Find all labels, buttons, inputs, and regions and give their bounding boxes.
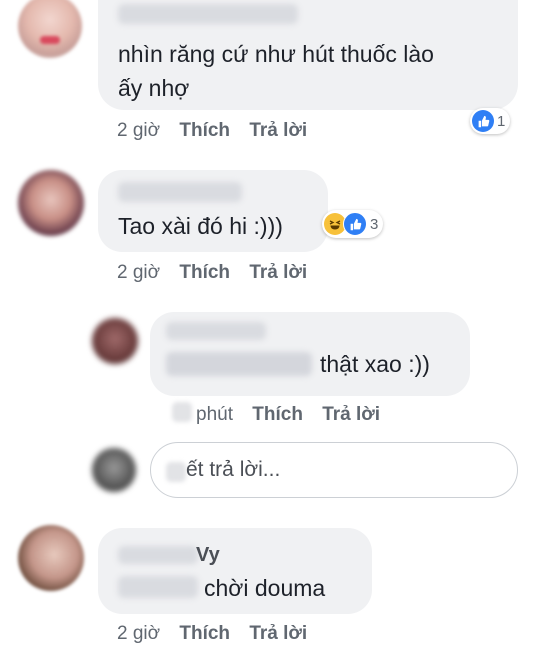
comment-text: chời douma: [204, 575, 326, 601]
reply-button[interactable]: Trả lời: [249, 623, 307, 644]
comment-meta: 2 giờ Thích Trả lời: [117, 262, 307, 284]
reaction-summary[interactable]: 3: [322, 210, 384, 238]
comment-text-line-1: nhìn răng cứ như hút thuốc lào: [118, 41, 434, 67]
reply-commenter-name[interactable]: [166, 322, 266, 340]
reaction-count: 1: [497, 112, 506, 130]
commenter-name[interactable]: [118, 4, 298, 24]
like-icon: [343, 212, 367, 236]
avatar[interactable]: [18, 525, 84, 591]
reply-button[interactable]: Trả lời: [249, 120, 307, 141]
current-user-avatar[interactable]: [92, 448, 136, 492]
reaction-count: 3: [370, 215, 379, 233]
like-button[interactable]: Thích: [179, 262, 230, 283]
like-icon: [472, 110, 494, 132]
like-button[interactable]: Thích: [252, 404, 303, 425]
comment-meta: 2 giờ Thích Trả lời: [117, 623, 307, 645]
reaction-summary[interactable]: 1: [470, 108, 511, 134]
commenter-name[interactable]: [118, 182, 242, 202]
timestamp[interactable]: 2 giờ: [117, 623, 160, 644]
like-button[interactable]: Thích: [179, 120, 230, 141]
reply-meta: phút Thích Trả lời: [196, 404, 380, 426]
reply-mention[interactable]: [166, 352, 312, 376]
commenter-name-blur[interactable]: [118, 546, 198, 564]
commenter-name-suffix[interactable]: Vy: [196, 544, 220, 567]
reply-button[interactable]: Trả lời: [322, 404, 380, 425]
timestamp[interactable]: 2 giờ: [117, 120, 160, 141]
comment-meta: 2 giờ Thích Trả lời: [117, 120, 307, 142]
reply-text: thật xao :)): [320, 351, 430, 377]
comment-text-line-2: ấy nhợ: [118, 75, 190, 101]
reply-input-placeholder: ết trả lời...: [186, 458, 281, 481]
comment-text: Tao xài đó hi :))): [118, 213, 283, 239]
blurred-placeholder-prefix: [166, 462, 186, 482]
timestamp[interactable]: phút: [196, 404, 233, 425]
like-button[interactable]: Thích: [179, 623, 230, 644]
blurred-time-prefix: [172, 402, 192, 422]
timestamp[interactable]: 2 giờ: [117, 262, 160, 283]
reply-button[interactable]: Trả lời: [249, 262, 307, 283]
reply-avatar[interactable]: [92, 318, 138, 364]
blurred-text-prefix: [118, 576, 198, 598]
avatar[interactable]: [18, 170, 84, 236]
avatar[interactable]: [18, 0, 82, 58]
